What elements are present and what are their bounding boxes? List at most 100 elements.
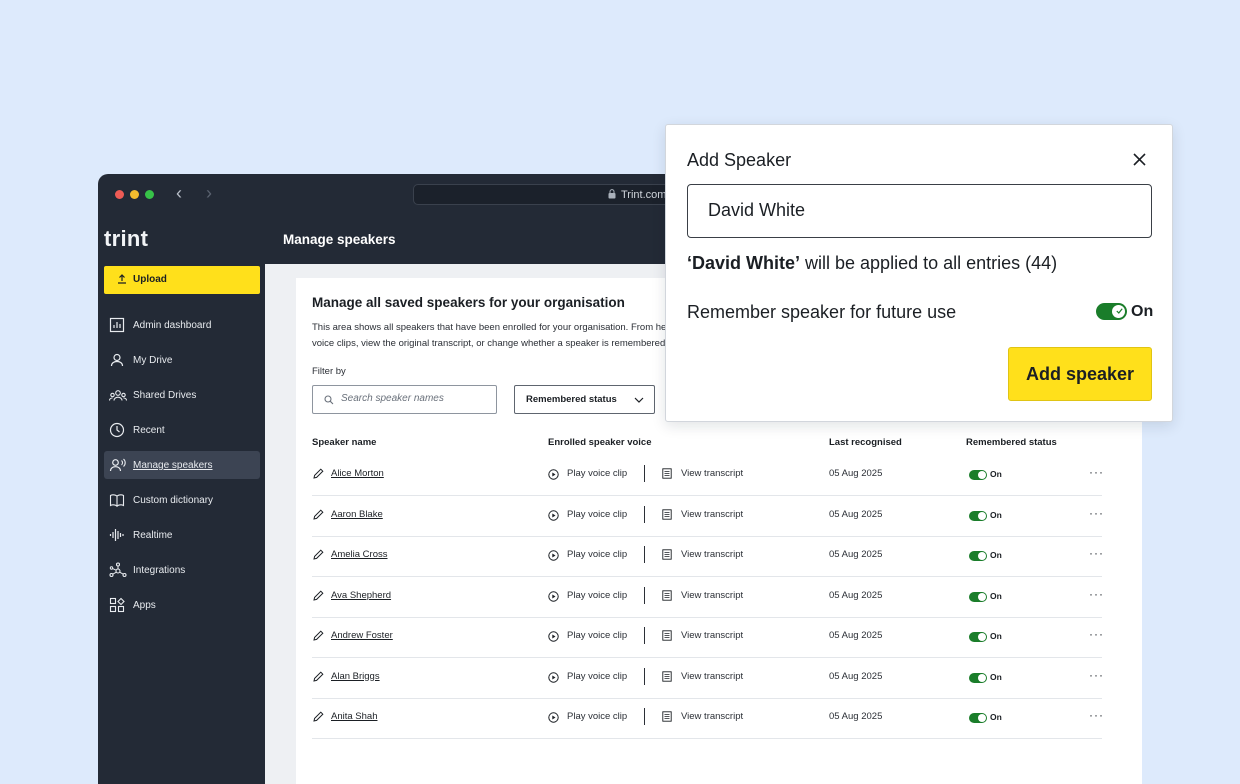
play-voice-clip-link[interactable]: Play voice clip — [567, 549, 627, 560]
speaker-name-field[interactable] — [687, 184, 1152, 238]
play-icon[interactable] — [548, 509, 559, 521]
last-recognised-date: 05 Aug 2025 — [829, 630, 883, 641]
remembered-toggle[interactable] — [969, 510, 987, 521]
search-field[interactable] — [312, 385, 497, 414]
view-transcript-link[interactable]: View transcript — [681, 630, 743, 641]
speaker-name-link[interactable]: Amelia Cross — [331, 549, 388, 560]
play-voice-clip-link[interactable]: Play voice clip — [567, 671, 627, 682]
upload-icon — [118, 274, 126, 284]
remembered-status-select[interactable]: Remembered status — [514, 385, 655, 414]
trint-logo[interactable]: trint — [104, 226, 148, 252]
divider — [644, 627, 645, 644]
remembered-toggle[interactable] — [969, 470, 987, 480]
view-transcript-link[interactable]: View transcript — [681, 590, 743, 601]
play-voice-clip-link[interactable]: Play voice clip — [567, 711, 627, 722]
edit-pencil-icon[interactable] — [313, 670, 324, 682]
view-transcript-link[interactable]: View transcript — [681, 671, 743, 682]
transcript-icon[interactable] — [662, 508, 672, 520]
chevron-down-icon — [634, 397, 644, 403]
edit-pencil-icon[interactable] — [313, 549, 324, 560]
sidebar-item-my-drive[interactable]: My Drive — [104, 346, 260, 374]
sidebar-item-label: Shared Drives — [133, 390, 197, 401]
play-voice-clip-link[interactable]: Play voice clip — [567, 590, 627, 601]
play-icon[interactable] — [548, 550, 559, 561]
remembered-toggle-label: On — [990, 509, 1002, 520]
column-header-remembered-status[interactable]: Remembered status — [966, 437, 1057, 448]
remembered-toggle[interactable] — [969, 591, 987, 602]
add-speaker-button[interactable]: Add speaker — [1008, 347, 1152, 401]
column-header-speaker-name[interactable]: Speaker name — [312, 437, 376, 448]
view-transcript-link[interactable]: View transcript — [681, 468, 743, 479]
more-options-icon[interactable]: ··· — [1089, 546, 1104, 560]
play-icon[interactable] — [548, 590, 559, 602]
transcript-icon[interactable] — [662, 468, 672, 479]
transcript-icon[interactable] — [662, 670, 672, 682]
sidebar-item-apps[interactable]: Apps — [104, 591, 260, 619]
edit-pencil-icon[interactable] — [313, 508, 324, 520]
play-icon[interactable] — [548, 631, 559, 642]
more-options-icon[interactable]: ··· — [1089, 587, 1104, 601]
sidebar: trint Upload Admin dashboard My Drive Sh… — [98, 214, 265, 784]
play-voice-clip-link[interactable]: Play voice clip — [567, 509, 627, 520]
sidebar-item-custom-dictionary[interactable]: Custom dictionary — [104, 486, 260, 514]
more-options-icon[interactable]: ··· — [1089, 465, 1104, 479]
sidebar-item-integrations[interactable]: Integrations — [104, 556, 260, 584]
sidebar-item-admin-dashboard[interactable]: Admin dashboard — [104, 311, 260, 339]
speaker-name-link[interactable]: Anita Shah — [331, 711, 377, 722]
column-header-enrolled-voice[interactable]: Enrolled speaker voice — [548, 437, 652, 448]
edit-pencil-icon[interactable] — [313, 711, 324, 722]
speaker-name-link[interactable]: Ava Shepherd — [331, 590, 391, 601]
play-voice-clip-link[interactable]: Play voice clip — [567, 468, 627, 479]
remembered-toggle[interactable] — [969, 713, 987, 723]
close-icon[interactable] — [1133, 153, 1146, 166]
transcript-icon[interactable] — [662, 711, 672, 722]
speaker-name-link[interactable]: Andrew Foster — [331, 630, 393, 641]
speaker-name-input[interactable] — [708, 200, 1128, 221]
play-icon[interactable] — [548, 712, 559, 723]
speaker-name-link[interactable]: Aaron Blake — [331, 509, 383, 520]
remembered-toggle[interactable] — [969, 672, 987, 683]
table-row: Amelia Cross Play voice clip View transcri… — [312, 536, 1104, 577]
play-icon[interactable] — [548, 469, 559, 480]
divider — [644, 505, 645, 523]
view-transcript-link[interactable]: View transcript — [681, 509, 743, 520]
sidebar-item-shared-drives[interactable]: Shared Drives — [104, 381, 260, 409]
more-options-icon[interactable]: ··· — [1089, 506, 1104, 520]
remembered-toggle[interactable] — [969, 551, 987, 561]
table-row: Alan Briggs Play voice clip View transcrip… — [312, 658, 1104, 699]
play-icon[interactable] — [548, 671, 559, 683]
speaker-name-link[interactable]: Alice Morton — [331, 468, 384, 479]
card-description: This area shows all speakers that have b… — [312, 322, 670, 349]
more-options-icon[interactable]: ··· — [1089, 627, 1104, 641]
remember-toggle[interactable] — [1096, 303, 1127, 320]
search-input[interactable] — [341, 393, 491, 404]
remembered-toggle[interactable] — [969, 632, 987, 642]
close-window-dot[interactable] — [115, 190, 124, 199]
edit-pencil-icon[interactable] — [313, 468, 324, 479]
remembered-toggle-label: On — [990, 631, 1002, 641]
minimize-window-dot[interactable] — [130, 190, 139, 199]
edit-pencil-icon[interactable] — [313, 630, 324, 641]
view-transcript-link[interactable]: View transcript — [681, 549, 743, 560]
speaker-name-link[interactable]: Alan Briggs — [331, 671, 380, 682]
forward-arrow-icon[interactable]: › — [206, 184, 212, 202]
more-options-icon[interactable]: ··· — [1089, 708, 1104, 722]
sidebar-item-manage-speakers[interactable]: Manage speakers — [104, 451, 260, 479]
transcript-icon[interactable] — [662, 589, 672, 601]
last-recognised-date: 05 Aug 2025 — [829, 711, 883, 722]
user-icon — [110, 353, 124, 367]
column-header-last-recognised[interactable]: Last recognised — [829, 437, 902, 448]
back-arrow-icon[interactable]: ‹ — [176, 184, 182, 202]
sidebar-item-recent[interactable]: Recent — [104, 416, 260, 444]
upload-button[interactable]: Upload — [104, 266, 260, 294]
transcript-icon[interactable] — [662, 549, 672, 560]
view-transcript-link[interactable]: View transcript — [681, 711, 743, 722]
more-options-icon[interactable]: ··· — [1089, 668, 1104, 682]
maximize-window-dot[interactable] — [145, 190, 154, 199]
remember-toggle-label: On — [1131, 303, 1154, 320]
last-recognised-date: 05 Aug 2025 — [829, 549, 883, 560]
sidebar-item-realtime[interactable]: Realtime — [104, 521, 260, 549]
edit-pencil-icon[interactable] — [313, 589, 324, 601]
transcript-icon[interactable] — [662, 630, 672, 641]
play-voice-clip-link[interactable]: Play voice clip — [567, 630, 627, 641]
